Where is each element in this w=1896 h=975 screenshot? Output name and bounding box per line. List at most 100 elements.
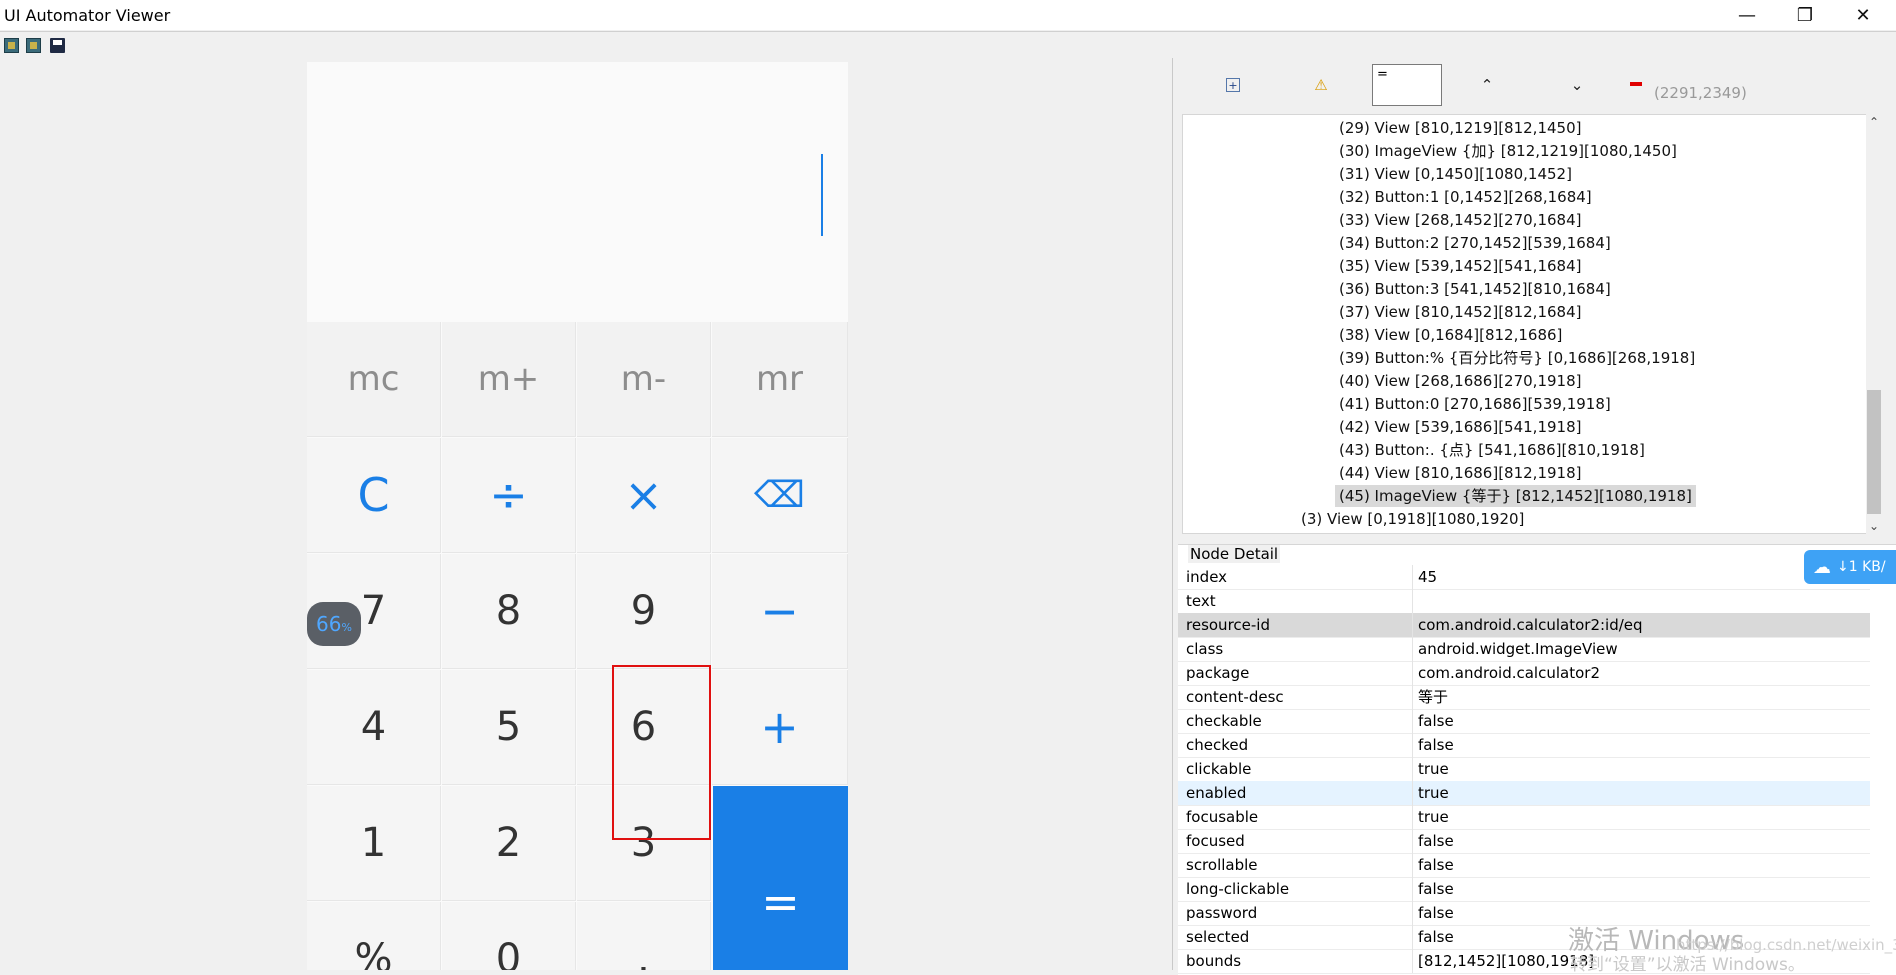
tree-node[interactable]: (40) View [268,1686][270,1918] (1339, 370, 1581, 392)
tree-node[interactable]: (45) ImageView {等于} [812,1452][1080,1918… (1335, 485, 1696, 507)
node-detail-panel: Node Detail index 45 text resource-id com.an… (1178, 544, 1896, 975)
key-divide[interactable]: ÷ (442, 438, 576, 553)
detail-row-enabled[interactable]: enabled true (1178, 781, 1870, 806)
tree-node[interactable]: (41) Button:0 [270,1686][539,1918] (1339, 393, 1611, 415)
detail-row-class[interactable]: class android.widget.ImageView (1178, 637, 1870, 662)
scroll-thumb[interactable] (1867, 390, 1881, 514)
tree-node[interactable]: (39) Button:% {百分比符号} [0,1686][268,1918] (1339, 347, 1695, 369)
detail-row-clickable[interactable]: clickable true (1178, 757, 1870, 782)
key-mc[interactable]: mc (307, 322, 441, 437)
detail-row-resource-id[interactable]: resource-id com.android.calculator2:id/eq (1178, 613, 1870, 638)
tree-node[interactable]: (31) View [0,1450][1080,1452] (1339, 163, 1572, 185)
tree-node[interactable]: (36) Button:3 [541,1452][810,1684] (1339, 278, 1611, 300)
key-m-minus[interactable]: m- (577, 322, 711, 437)
detail-value[interactable]: false (1418, 853, 1870, 877)
detail-value[interactable]: com.android.calculator2 (1418, 661, 1870, 685)
expand-all-icon[interactable]: + (1226, 78, 1240, 92)
key-multiply[interactable]: × (577, 438, 711, 553)
detail-row-scrollable[interactable]: scrollable false (1178, 853, 1870, 878)
tree-node[interactable]: (30) ImageView {加} [812,1219][1080,1450] (1339, 140, 1677, 162)
save-icon[interactable] (50, 38, 65, 53)
key-backspace[interactable]: ⌫ (712, 438, 848, 553)
detail-row-package[interactable]: package com.android.calculator2 (1178, 661, 1870, 686)
key-8[interactable]: 8 (442, 554, 576, 669)
detail-row-password[interactable]: password false (1178, 901, 1870, 926)
detail-row-focused[interactable]: focused false (1178, 829, 1870, 854)
detail-row-long-clickable[interactable]: long-clickable false (1178, 877, 1870, 902)
key-percent[interactable]: % (307, 902, 441, 970)
detail-key: text (1186, 589, 1413, 613)
detail-row-content-desc[interactable]: content-desc 等于 (1178, 685, 1870, 710)
detail-value[interactable]: android.widget.ImageView (1418, 637, 1870, 661)
detail-value[interactable]: 等于 (1418, 685, 1870, 709)
tree-node[interactable]: (34) Button:2 [270,1452][539,1684] (1339, 232, 1611, 254)
key-0[interactable]: 0 (442, 902, 576, 970)
tree-node[interactable]: (38) View [0,1684][812,1686] (1339, 324, 1562, 346)
tree-node[interactable]: (32) Button:1 [0,1452][268,1684] (1339, 186, 1592, 208)
tree-node[interactable]: (35) View [539,1452][541,1684] (1339, 255, 1581, 277)
tree-node[interactable]: (43) Button:. {点} [541,1686][810,1918] (1339, 439, 1645, 461)
detail-value[interactable]: false (1418, 709, 1870, 733)
screenshot-pane[interactable]: mc m+ m- mr C ÷ × ⌫ 7 8 9 − 4 5 6 + 1 2 … (0, 58, 1173, 970)
key-9[interactable]: 9 (577, 554, 711, 669)
key-1[interactable]: 1 (307, 786, 441, 901)
detail-key: class (1186, 637, 1413, 661)
device-screenshot-icon[interactable] (4, 38, 19, 53)
detail-value[interactable]: 45 (1418, 565, 1870, 589)
warning-icon[interactable]: ⚠ (1314, 76, 1328, 94)
detail-value[interactable] (1418, 589, 1870, 613)
cursor-coords: (2291,2349) (1654, 84, 1747, 102)
scroll-up-icon[interactable]: ⌃ (1866, 114, 1882, 130)
key-minus[interactable]: − (712, 554, 848, 669)
key-5[interactable]: 5 (442, 670, 576, 785)
previous-result-icon[interactable]: ⌃ (1480, 76, 1494, 94)
detail-row-checked[interactable]: checked false (1178, 733, 1870, 758)
key-2[interactable]: 2 (442, 786, 576, 901)
close-icon: ✕ (1855, 4, 1871, 26)
key-mr[interactable]: mr (712, 322, 848, 437)
next-result-icon[interactable]: ⌄ (1570, 76, 1584, 94)
detail-key: focusable (1186, 805, 1413, 829)
key-plus[interactable]: + (712, 670, 848, 785)
key-m-plus[interactable]: m+ (442, 322, 576, 437)
tree-node[interactable]: (42) View [539,1686][541,1918] (1339, 416, 1581, 438)
tree-node[interactable]: (29) View [810,1219][812,1450] (1339, 117, 1581, 139)
tree-node[interactable]: (44) View [810,1686][812,1918] (1339, 462, 1581, 484)
clear-search-icon[interactable] (1630, 82, 1642, 86)
detail-value[interactable]: true (1418, 757, 1870, 781)
calculator-screenshot[interactable]: mc m+ m- mr C ÷ × ⌫ 7 8 9 − 4 5 6 + 1 2 … (307, 62, 848, 970)
key-4[interactable]: 4 (307, 670, 441, 785)
detail-row-focusable[interactable]: focusable true (1178, 805, 1870, 830)
zoom-value: 66 (316, 612, 342, 636)
detail-value[interactable]: true (1418, 781, 1870, 805)
zoom-badge[interactable]: 66% (307, 602, 361, 646)
detail-value[interactable]: false (1418, 829, 1870, 853)
close-button[interactable]: ✕ (1834, 0, 1892, 30)
backspace-icon: ⌫ (754, 474, 805, 516)
scroll-down-icon[interactable]: ⌄ (1866, 518, 1882, 534)
minimize-icon: — (1738, 4, 1756, 26)
detail-row-text[interactable]: text (1178, 589, 1870, 614)
detail-value[interactable]: true (1418, 805, 1870, 829)
detail-value[interactable]: false (1418, 733, 1870, 757)
tree-node[interactable]: (3) View [0,1918][1080,1920] (1301, 508, 1524, 530)
detail-key: focused (1186, 829, 1413, 853)
key-equals[interactable]: = (713, 786, 848, 970)
key-dot[interactable]: . (577, 902, 711, 970)
tree-scrollbar[interactable]: ⌃ ⌄ (1866, 114, 1882, 534)
download-speed: ↓1 KB/ (1837, 559, 1886, 575)
minimize-button[interactable]: — (1718, 0, 1776, 30)
tree-node[interactable]: (37) View [810,1452][812,1684] (1339, 301, 1581, 323)
hierarchy-tree[interactable]: (29) View [810,1219][812,1450] (30) Image… (1182, 114, 1880, 534)
calculator-display[interactable] (307, 62, 848, 322)
baidu-netdisk-widget[interactable]: ☁ ↓1 KB/ (1804, 550, 1896, 584)
detail-row-index[interactable]: index 45 (1178, 565, 1870, 590)
search-input[interactable]: = (1372, 64, 1442, 106)
restore-button[interactable]: ❐ (1776, 0, 1834, 30)
key-clear[interactable]: C (307, 438, 441, 553)
device-screenshot-compressed-icon[interactable] (26, 38, 41, 53)
detail-value[interactable]: com.android.calculator2:id/eq (1418, 613, 1870, 637)
tree-node[interactable]: (33) View [268,1452][270,1684] (1339, 209, 1581, 231)
detail-value[interactable]: false (1418, 877, 1870, 901)
detail-row-checkable[interactable]: checkable false (1178, 709, 1870, 734)
